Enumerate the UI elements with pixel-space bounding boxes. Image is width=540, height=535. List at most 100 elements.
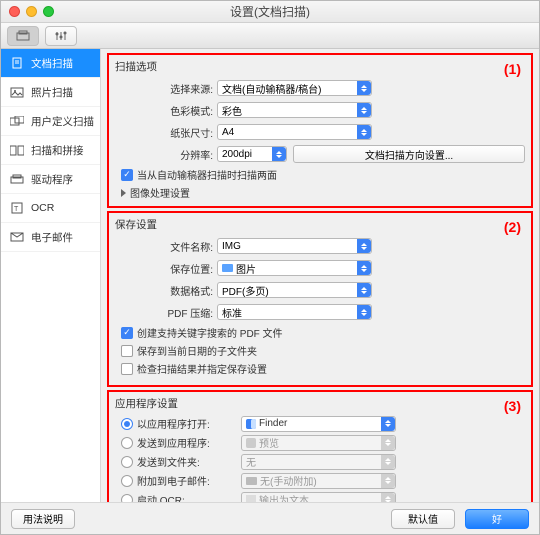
ok-button[interactable]: 好 xyxy=(465,509,529,529)
document-icon xyxy=(9,57,24,69)
section-number: (1) xyxy=(504,61,521,77)
pdf-keyword-checkbox[interactable] xyxy=(121,327,133,339)
main-panel: 扫描选项 (1) 选择来源: 文档(自动输稿器/稿台) 色彩模式: 彩色 纸张尺… xyxy=(101,49,539,509)
sidebar-item-custom-scan[interactable]: 用户定义扫描 xyxy=(1,107,100,136)
sidebar-item-email[interactable]: 电子邮件 xyxy=(1,223,100,252)
sidebar-item-stitch[interactable]: 扫描和拼接 xyxy=(1,136,100,165)
open-with-label: 以应用程序打开: xyxy=(137,416,237,431)
attach-email-radio[interactable] xyxy=(121,475,133,487)
email-icon xyxy=(9,231,24,243)
section-number: (2) xyxy=(504,219,521,235)
paper-label: 纸张尺寸: xyxy=(115,125,217,140)
check-results-label: 检查扫描结果并指定保存设置 xyxy=(137,361,267,376)
folder-icon xyxy=(246,477,257,485)
send-to-app-label: 发送到应用程序: xyxy=(137,435,237,450)
filename-field[interactable]: IMG xyxy=(217,238,372,254)
location-label: 保存位置: xyxy=(115,261,217,276)
instructions-button[interactable]: 用法说明 xyxy=(11,509,75,529)
chevron-updown-icon xyxy=(357,125,371,139)
location-select[interactable]: 图片 xyxy=(217,260,372,276)
chevron-updown-icon xyxy=(357,261,371,275)
open-with-select[interactable]: Finder xyxy=(241,416,396,432)
attach-email-select[interactable]: 无(手动附加) xyxy=(241,473,396,489)
sidebar-item-label: 驱动程序 xyxy=(31,172,73,187)
resolution-select[interactable]: 200dpi xyxy=(217,146,287,162)
sidebar-item-ocr[interactable]: T OCR xyxy=(1,194,100,223)
check-results-checkbox[interactable] xyxy=(121,363,133,375)
window-title: 设置(文档扫描) xyxy=(1,3,539,20)
photo-icon xyxy=(9,86,24,98)
send-to-app-radio[interactable] xyxy=(121,437,133,449)
section-number: (3) xyxy=(504,398,521,414)
send-to-app-select[interactable]: 预览 xyxy=(241,435,396,451)
chevron-updown-icon xyxy=(381,417,395,431)
settings-window: 设置(文档扫描) 文档扫描 照片扫描 用户定义扫描 扫描和拼 xyxy=(0,0,540,535)
duplex-label: 当从自动输稿器扫描时扫描两面 xyxy=(137,167,277,182)
preview-icon xyxy=(246,438,256,448)
app-settings-section: 应用程序设置 (3) 以应用程序打开: Finder 发送到应用程序: 预览 发… xyxy=(107,390,533,509)
sidebar-item-label: 电子邮件 xyxy=(31,230,73,245)
stitch-icon xyxy=(9,144,24,156)
sidebar-item-photo-scan[interactable]: 照片扫描 xyxy=(1,78,100,107)
content: 文档扫描 照片扫描 用户定义扫描 扫描和拼接 驱动程序 T OCR xyxy=(1,49,539,509)
save-settings-section: 保存设置 (2) 文件名称: IMG 保存位置: 图片 数据格式: PDF(多页… xyxy=(107,211,533,387)
section-title: 保存设置 xyxy=(115,217,525,232)
sidebar-item-label: OCR xyxy=(31,202,54,214)
chevron-updown-icon xyxy=(381,436,395,450)
compression-label: PDF 压缩: xyxy=(115,305,217,320)
send-to-folder-radio[interactable] xyxy=(121,456,133,468)
sidebar-item-label: 照片扫描 xyxy=(31,85,73,100)
sidebar-item-document-scan[interactable]: 文档扫描 xyxy=(1,49,100,78)
chevron-updown-icon xyxy=(381,474,395,488)
section-title: 应用程序设置 xyxy=(115,396,525,411)
sidebar-item-label: 文档扫描 xyxy=(31,56,73,71)
folder-icon xyxy=(222,264,233,272)
chevron-updown-icon xyxy=(357,239,371,253)
compression-select[interactable]: 标准 xyxy=(217,304,372,320)
chevron-updown-icon xyxy=(381,455,395,469)
finder-icon xyxy=(246,419,256,429)
chevron-updown-icon xyxy=(357,103,371,117)
date-subfolder-label: 保存到当前日期的子文件夹 xyxy=(137,343,257,358)
sidebar-item-driver[interactable]: 驱动程序 xyxy=(1,165,100,194)
toolbar-prefs-button[interactable] xyxy=(45,26,77,46)
sidebar: 文档扫描 照片扫描 用户定义扫描 扫描和拼接 驱动程序 T OCR xyxy=(1,49,101,509)
duplex-checkbox[interactable] xyxy=(121,169,133,181)
format-label: 数据格式: xyxy=(115,283,217,298)
footer: 用法说明 默认值 好 xyxy=(1,502,539,534)
paper-select[interactable]: A4 xyxy=(217,124,372,140)
toolbar xyxy=(1,23,539,49)
section-title: 扫描选项 xyxy=(115,59,525,74)
defaults-button[interactable]: 默认值 xyxy=(391,509,455,529)
source-label: 选择来源: xyxy=(115,81,217,96)
triangle-right-icon xyxy=(121,189,126,197)
orientation-button[interactable]: 文档扫描方向设置... xyxy=(293,145,525,163)
open-with-radio[interactable] xyxy=(121,418,133,430)
color-select[interactable]: 彩色 xyxy=(217,102,372,118)
chevron-updown-icon xyxy=(272,147,286,161)
source-select[interactable]: 文档(自动输稿器/稿台) xyxy=(217,80,372,96)
svg-text:T: T xyxy=(14,206,19,213)
attach-email-label: 附加到电子邮件: xyxy=(137,473,237,488)
chevron-updown-icon xyxy=(357,283,371,297)
driver-icon xyxy=(9,173,24,185)
color-label: 色彩模式: xyxy=(115,103,217,118)
date-subfolder-checkbox[interactable] xyxy=(121,345,133,357)
sidebar-item-label: 扫描和拼接 xyxy=(31,143,84,158)
custom-icon xyxy=(9,115,24,127)
chevron-updown-icon xyxy=(357,81,371,95)
image-processing-disclosure[interactable]: 图像处理设置 xyxy=(121,185,525,200)
ocr-icon: T xyxy=(9,202,24,214)
send-to-folder-label: 发送到文件夹: xyxy=(137,454,237,469)
send-to-folder-select[interactable]: 无 xyxy=(241,454,396,470)
toolbar-scan-button[interactable] xyxy=(7,26,39,46)
sliders-icon xyxy=(55,30,67,42)
scan-options-section: 扫描选项 (1) 选择来源: 文档(自动输稿器/稿台) 色彩模式: 彩色 纸张尺… xyxy=(107,53,533,208)
filename-label: 文件名称: xyxy=(115,239,217,254)
format-select[interactable]: PDF(多页) xyxy=(217,282,372,298)
resolution-label: 分辨率: xyxy=(115,147,217,162)
chevron-updown-icon xyxy=(357,305,371,319)
pdf-keyword-label: 创建支持关键字搜索的 PDF 文件 xyxy=(137,325,283,340)
titlebar: 设置(文档扫描) xyxy=(1,1,539,23)
scanner-icon xyxy=(16,30,30,42)
